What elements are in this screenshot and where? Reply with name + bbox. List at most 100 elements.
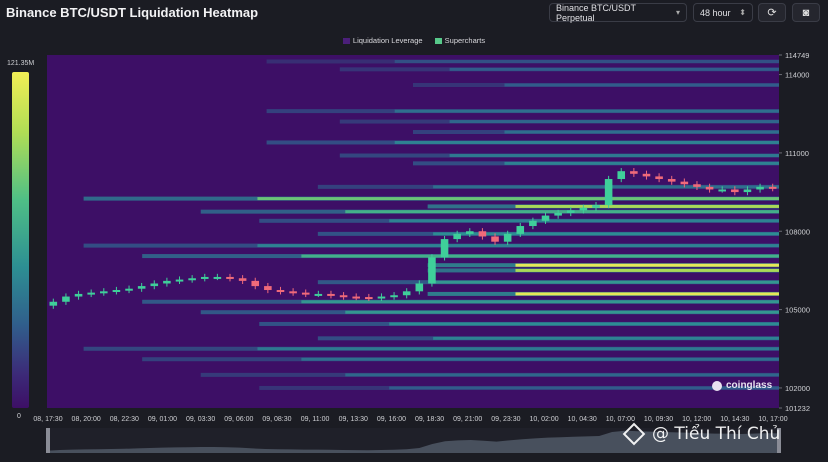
y-tick-label: 108000 <box>785 227 810 236</box>
candle <box>415 283 424 292</box>
candle <box>705 186 714 190</box>
watermark-text: @ Tiểu Thí Chủ <box>652 424 781 444</box>
y-tick-label: 102000 <box>785 384 810 393</box>
candle <box>541 215 550 221</box>
candle <box>491 236 499 242</box>
candle <box>74 293 83 297</box>
candle <box>238 278 247 281</box>
liquidation-band-core <box>345 373 779 377</box>
candle <box>150 283 159 287</box>
y-tick-label: 111000 <box>785 149 809 158</box>
liquidation-band-core <box>345 210 779 214</box>
liquidation-band-core <box>515 204 779 208</box>
x-tick-label: 09, 01:00 <box>148 416 177 423</box>
candle <box>377 296 386 299</box>
candle <box>693 184 701 187</box>
candle <box>163 280 171 284</box>
y-tick-label: 105000 <box>785 306 810 315</box>
liquidation-band-core <box>394 109 779 113</box>
candle <box>680 181 689 185</box>
x-tick-label: 09, 11:00 <box>301 416 330 423</box>
x-tick-label: 10, 02:00 <box>529 416 558 423</box>
x-tick-label: 09, 06:00 <box>224 416 253 423</box>
candle <box>617 171 626 180</box>
candle <box>251 280 260 287</box>
liquidation-band-core <box>504 161 779 165</box>
coinglass-icon <box>712 380 722 391</box>
x-tick-label: 10, 04:30 <box>568 416 597 423</box>
liquidation-band-core <box>504 130 779 134</box>
x-tick-label: 09, 13:30 <box>339 416 368 423</box>
candle <box>87 292 95 295</box>
candle <box>592 205 600 208</box>
liquidation-band-core <box>345 310 779 314</box>
x-tick-label: 09, 08:30 <box>262 416 291 423</box>
candle <box>314 293 323 296</box>
candle <box>554 212 562 216</box>
candle <box>365 297 373 300</box>
x-tick-label: 08, 17:30 <box>33 416 62 423</box>
watermark: @ Tiểu Thí Chủ <box>622 422 781 446</box>
y-tick-label: 114749 <box>785 51 809 60</box>
candle <box>642 173 651 177</box>
candle <box>667 179 676 182</box>
x-tick-label: 10, 17:00 <box>758 416 787 423</box>
liquidation-heatmap-chart: 114749 114000 111000 108000 105000 102000 1012… <box>33 51 810 453</box>
liquidation-band-core <box>449 67 779 71</box>
candle <box>428 257 436 284</box>
candle <box>731 189 739 193</box>
candle <box>175 279 184 282</box>
liquidation-band-core <box>433 280 779 284</box>
liquidation-band-core <box>449 154 779 158</box>
liquidation-band-core <box>394 140 779 144</box>
candle <box>339 295 348 298</box>
candle <box>137 286 146 289</box>
liquidation-band-core <box>257 197 779 201</box>
diamond-icon <box>622 422 646 446</box>
liquidation-band-core <box>504 83 779 87</box>
candle <box>327 293 335 296</box>
liquidation-band-core <box>515 268 779 272</box>
x-tick-label: 09, 23:30 <box>491 416 520 423</box>
liquidation-band-core <box>515 263 779 267</box>
candle <box>289 291 297 294</box>
candle <box>264 286 272 291</box>
candle <box>402 291 411 296</box>
x-tick-label: 10, 14:30 <box>720 416 749 423</box>
x-tick-label: 08, 22:30 <box>110 416 139 423</box>
heatmap-background <box>47 55 779 408</box>
x-tick-label: 08, 20:00 <box>72 416 101 423</box>
candle <box>188 278 196 281</box>
candle <box>301 292 310 295</box>
liquidation-band-core <box>389 322 779 326</box>
brand-label: coinglass <box>726 380 773 391</box>
liquidation-band-core <box>449 120 779 124</box>
x-tick-label: 09, 16:00 <box>377 416 406 423</box>
liquidation-band-core <box>301 254 779 258</box>
x-tick-label: 09, 21:00 <box>453 416 482 423</box>
candle <box>478 231 487 237</box>
x-tick-label: 10, 07:00 <box>606 416 635 423</box>
candle <box>604 179 613 206</box>
candle <box>100 291 108 294</box>
liquidation-band-core <box>257 244 779 248</box>
candle <box>125 288 133 291</box>
liquidation-band-core <box>301 300 779 304</box>
candle <box>112 290 121 293</box>
candle <box>352 296 360 299</box>
candle <box>768 186 777 189</box>
candle <box>579 207 588 211</box>
candle <box>718 189 726 192</box>
candle <box>743 189 752 193</box>
candle <box>503 233 512 242</box>
liquidation-band-core <box>389 219 779 223</box>
liquidation-band-core <box>433 336 779 340</box>
candle <box>566 210 575 213</box>
y-tick-label: 101232 <box>785 404 810 413</box>
liquidation-band-core <box>257 347 779 351</box>
candle <box>453 233 461 240</box>
candle <box>529 220 537 227</box>
liquidation-band-core <box>301 357 779 361</box>
candle <box>49 301 58 306</box>
candle <box>213 276 222 279</box>
